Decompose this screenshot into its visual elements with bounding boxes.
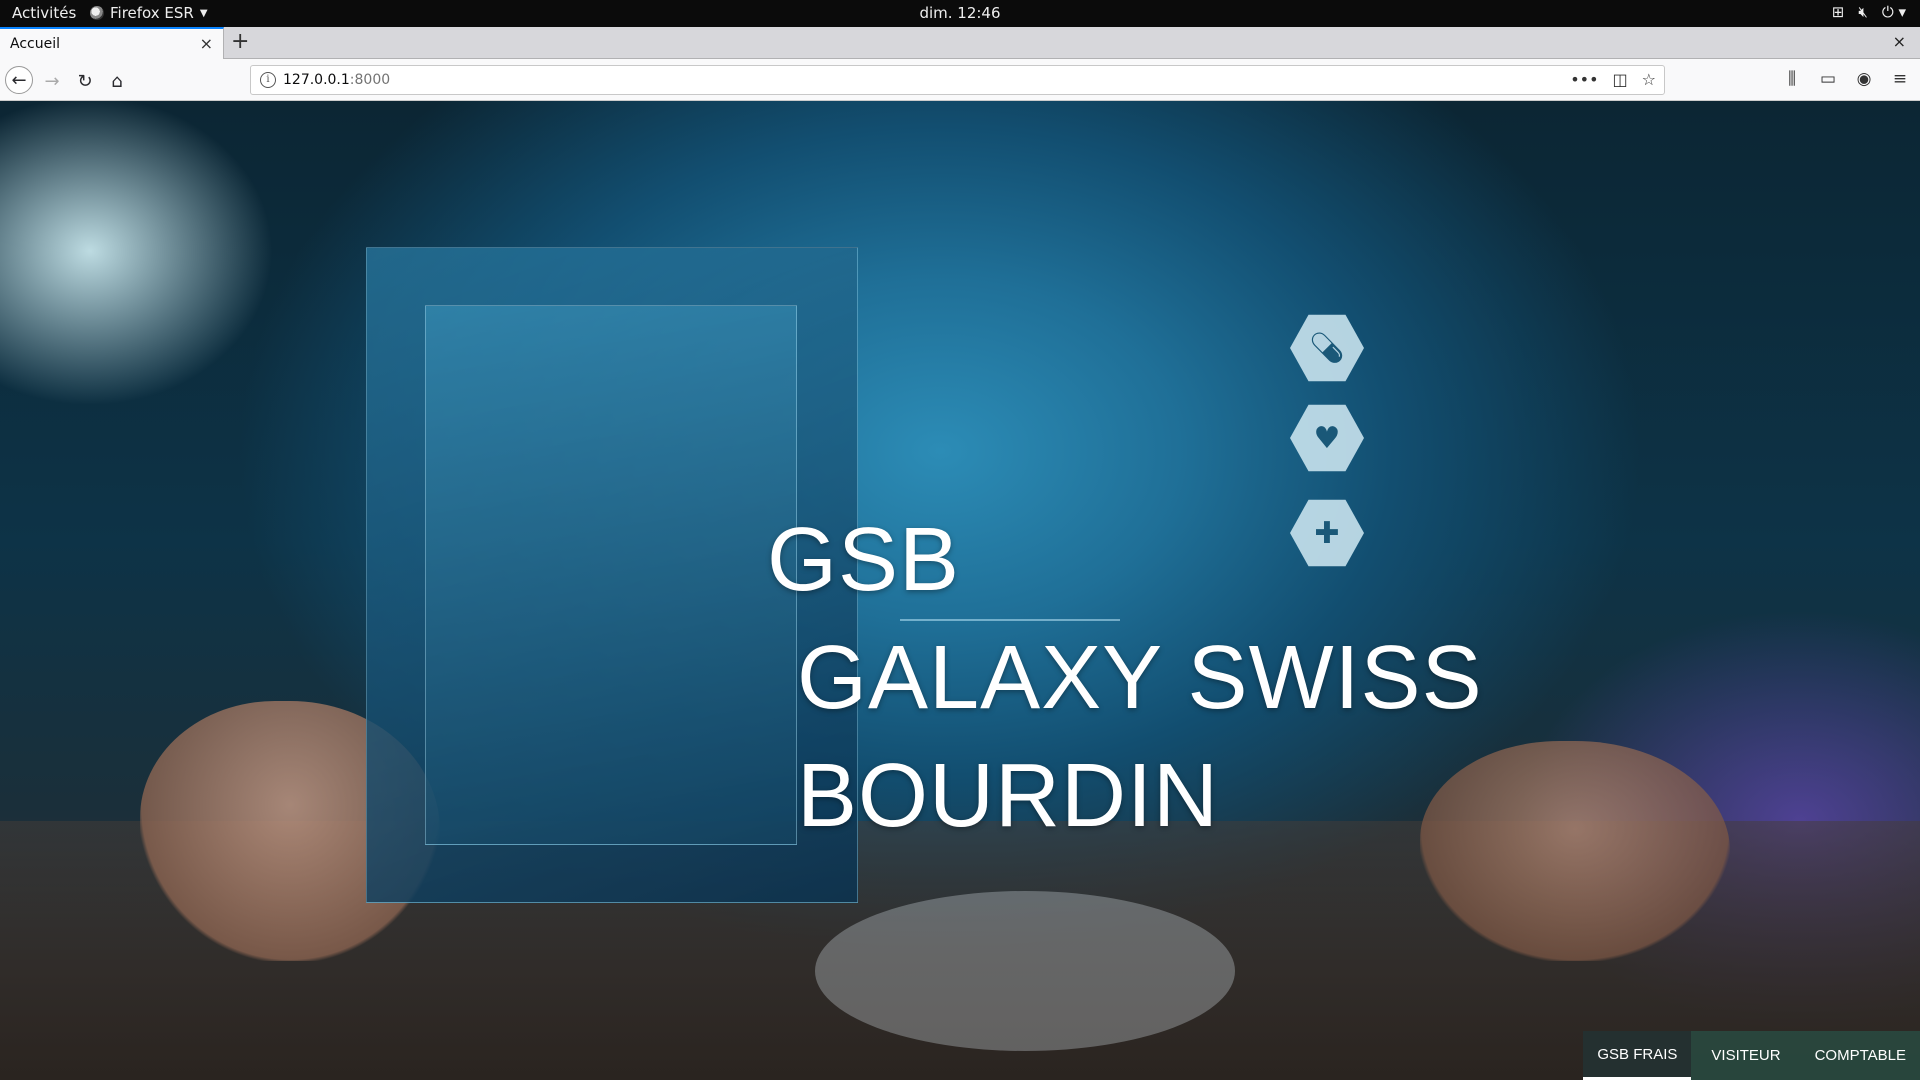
home-button[interactable]: ⌂	[103, 67, 131, 95]
forward-button[interactable]: →	[38, 67, 66, 95]
arrow-right-icon: →	[44, 70, 60, 92]
info-icon[interactable]: i	[260, 72, 276, 88]
hero-line-galaxy-swiss: GALAXY SWISS	[797, 628, 1483, 728]
volume-muted-icon[interactable]: 🔇︎	[1858, 3, 1867, 21]
sidebar-icon[interactable]: ▭	[1818, 69, 1838, 89]
heart-icon: ♥	[1290, 404, 1364, 472]
app-menu[interactable]: Firefox ESR ▼	[90, 4, 208, 22]
new-tab-button[interactable]: +	[231, 29, 249, 55]
back-button[interactable]: ←	[5, 66, 33, 94]
menu-item-gsb-frais[interactable]: GSB FRAIS	[1583, 1031, 1692, 1080]
menu-item-comptable[interactable]: COMPTABLE	[1801, 1031, 1920, 1080]
clock[interactable]: dim. 12:46	[0, 4, 1920, 22]
main-menu: GSB FRAIS VISITEUR COMPTABLE	[1583, 1031, 1920, 1080]
toolbar-right: ⫼ ▭ ◉ ≡	[1782, 69, 1910, 89]
activities-button[interactable]: Activités	[12, 4, 76, 22]
system-top-bar: Activités Firefox ESR ▼ dim. 12:46 ⊞ 🔇︎ …	[0, 0, 1920, 27]
home-icon: ⌂	[111, 70, 123, 92]
url-port: :8000	[349, 72, 391, 88]
tab-accueil[interactable]: Accueil ×	[0, 27, 224, 59]
pocket-icon[interactable]: ◫	[1613, 70, 1628, 89]
account-icon[interactable]: ◉	[1854, 69, 1874, 89]
bookmark-star-icon[interactable]: ☆	[1642, 70, 1656, 89]
tab-strip: Accueil × + ×	[0, 27, 1920, 59]
hero-title: GSB GALAXY SWISS BOURDIN	[767, 501, 1483, 855]
hero-line-bourdin: BOURDIN	[797, 746, 1220, 846]
reload-icon: ↻	[77, 70, 93, 92]
firefox-icon	[90, 6, 104, 20]
url-host: 127.0.0.1	[283, 72, 350, 88]
window-close-icon[interactable]: ×	[1893, 32, 1906, 51]
system-tray[interactable]: ⊞ 🔇︎ ⏻ ▾	[1832, 3, 1906, 21]
pill-icon: 💊︎	[1290, 314, 1364, 382]
power-icon[interactable]: ⏻ ▾	[1882, 3, 1906, 21]
hamburger-menu-icon[interactable]: ≡	[1890, 69, 1910, 89]
more-actions-icon[interactable]: •••	[1570, 70, 1598, 89]
network-icon[interactable]: ⊞	[1832, 3, 1845, 21]
page-actions: ••• ◫ ☆	[1570, 70, 1656, 89]
url-text[interactable]: 127.0.0.1:8000	[283, 72, 390, 88]
chevron-down-icon: ▼	[199, 7, 208, 19]
close-tab-icon[interactable]: ×	[200, 34, 213, 53]
background-globe	[815, 891, 1235, 1051]
library-icon[interactable]: ⫼	[1782, 69, 1802, 89]
reload-button[interactable]: ↻	[71, 67, 99, 95]
page-viewport: 💊︎ ♥ ✚ GSB GALAXY SWISS BOURDIN GSB FRAI…	[0, 101, 1920, 1080]
address-bar[interactable]: i 127.0.0.1:8000 ••• ◫ ☆	[250, 65, 1665, 95]
navigation-toolbar: ← → ↻ ⌂ i 127.0.0.1:8000 ••• ◫ ☆ ⫼ ▭ ◉ ≡	[0, 59, 1920, 101]
hero-line-gsb: GSB	[767, 510, 961, 610]
tab-title: Accueil	[10, 36, 60, 52]
hologram-panel-inner	[425, 305, 797, 845]
arrow-left-icon: ←	[11, 69, 27, 91]
app-name: Firefox ESR	[110, 4, 194, 22]
menu-item-visiteur[interactable]: VISITEUR	[1691, 1031, 1800, 1080]
